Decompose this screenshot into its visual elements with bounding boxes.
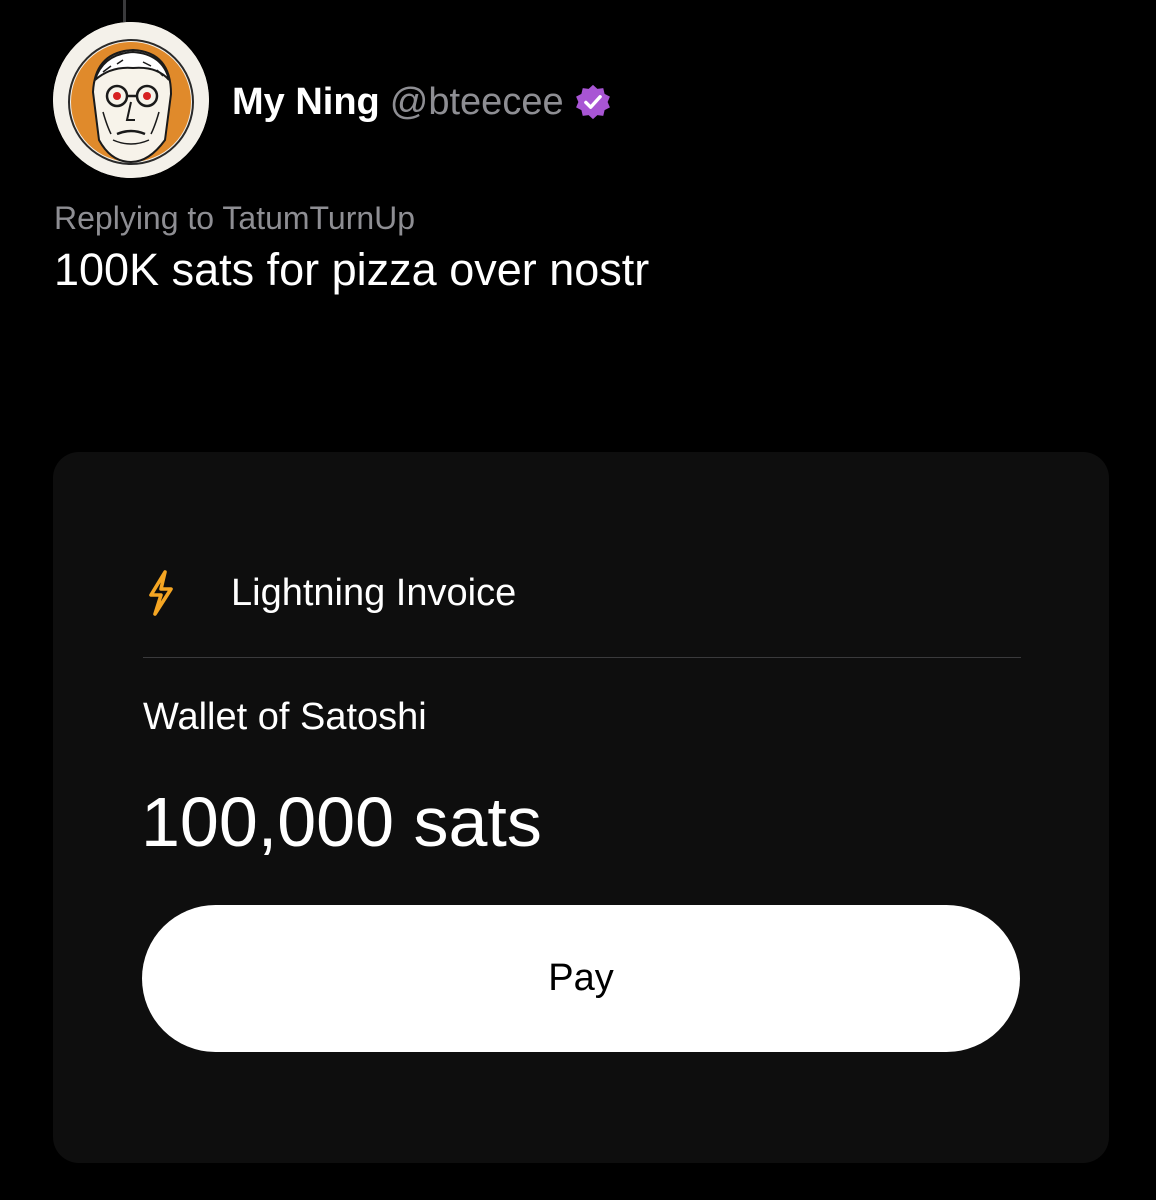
pay-button[interactable]: Pay [142,905,1020,1052]
wallet-name: Wallet of Satoshi [143,696,427,738]
verified-badge-icon [575,84,610,120]
post-text: 100K sats for pizza over nostr [54,244,650,295]
author-avatar[interactable] [53,22,209,178]
thread-connector-line [123,0,126,22]
cartoon-portrait-icon [53,22,209,178]
invoice-amount: 100,000 sats [141,783,542,861]
reply-context: Replying to TatumTurnUp [54,200,415,237]
invoice-header: Lightning Invoice [143,565,516,621]
invoice-divider [143,657,1021,658]
lightning-invoice-card: Lightning Invoice Wallet of Satoshi 100,… [53,452,1109,1163]
author-display-name[interactable]: My Ning [232,81,380,124]
author-handle[interactable]: @bteecee [390,81,564,124]
reply-context-user-link[interactable]: TatumTurnUp [222,200,415,236]
reply-context-prefix: Replying to [54,200,215,236]
post-header: My Ning @bteecee [232,78,612,126]
invoice-title: Lightning Invoice [231,571,517,614]
lightning-bolt-icon [149,570,173,616]
